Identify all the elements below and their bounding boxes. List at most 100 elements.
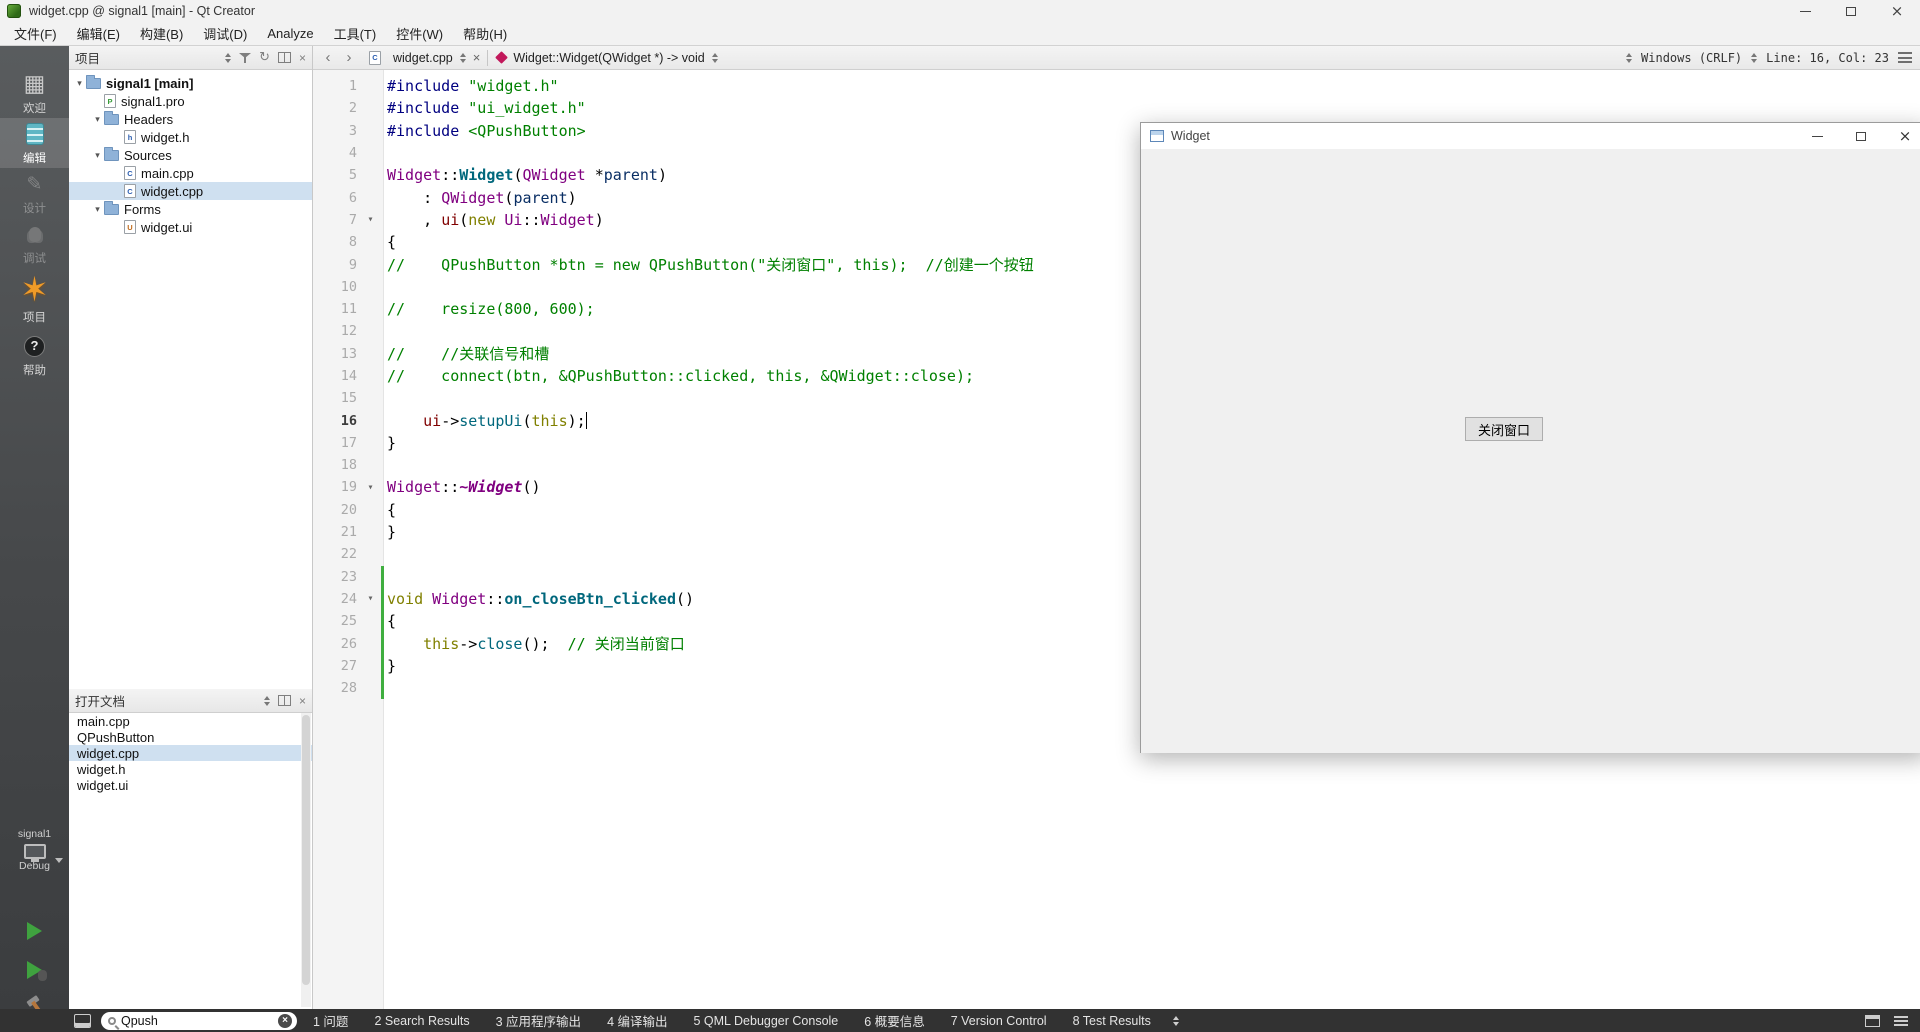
line-ending-indicator[interactable]: Windows (CRLF) (1641, 51, 1742, 65)
tree-item[interactable]: ▾ Sources (69, 146, 312, 164)
tree-item[interactable]: Cwidget.cpp (69, 182, 312, 200)
tree-item[interactable]: Uwidget.ui (69, 218, 312, 236)
menu-item[interactable]: 帮助(H) (453, 21, 517, 46)
tree-item[interactable]: Psignal1.pro (69, 92, 312, 110)
output-pane-tab[interactable]: 4 编译输出 (607, 1011, 667, 1030)
toolbar-separator (487, 49, 489, 66)
open-document-item[interactable]: QPushButton (69, 729, 312, 745)
expander-icon[interactable]: ▾ (91, 114, 104, 125)
code-text: { (387, 612, 397, 631)
menu-item[interactable]: 工具(T) (324, 21, 387, 46)
mode-welcome[interactable]: 欢迎 (0, 68, 69, 118)
mode-design[interactable]: 设计 (0, 168, 69, 218)
sync-with-editor-icon[interactable]: ↻ (259, 51, 270, 64)
code-line[interactable]: 1 #include "widget.h" (313, 75, 1920, 97)
editor-file-tab[interactable]: widget.cpp (393, 51, 453, 65)
cursor-position-indicator[interactable]: Line: 16, Col: 23 (1766, 51, 1889, 65)
output-pane-tab[interactable]: 2 Search Results (374, 1014, 469, 1028)
output-pane-tab[interactable]: 1 问题 (313, 1011, 348, 1030)
menu-item[interactable]: 调试(D) (193, 21, 257, 46)
navigation-panel: 项目 ↻ × ▾ signal1 [main] Psignal1.pro ▾ Heade… (69, 46, 313, 1009)
close-pane-icon[interactable]: × (299, 52, 306, 64)
open-document-item[interactable]: main.cpp (69, 713, 312, 729)
line-number: 11 (340, 301, 357, 318)
open-document-item[interactable]: widget.ui (69, 777, 312, 793)
open-document-item[interactable]: widget.cpp (69, 745, 312, 761)
mode-projects[interactable]: 项目 (0, 268, 69, 330)
output-pane-tab[interactable]: 7 Version Control (951, 1014, 1047, 1028)
menu-item[interactable]: 构建(B) (130, 21, 193, 46)
symbol-method-icon (495, 51, 509, 64)
expander-icon[interactable]: ▾ (91, 204, 104, 215)
mode-label: 项目 (23, 312, 46, 324)
fold-marker[interactable]: ▾ (357, 214, 384, 225)
project-tree: ▾ signal1 [main] Psignal1.pro ▾ Headers h widg… (69, 70, 312, 236)
output-pane-tab[interactable]: 6 概要信息 (864, 1011, 924, 1030)
mode-help[interactable]: 帮助 (0, 330, 69, 380)
widget-maximize-button[interactable] (1839, 123, 1883, 149)
fold-marker[interactable]: ▾ (357, 593, 384, 604)
menu-item[interactable]: 文件(F) (4, 21, 67, 46)
close-button[interactable]: × (1874, 0, 1920, 22)
run-button[interactable] (0, 918, 69, 944)
menu-item[interactable]: 控件(W) (386, 21, 453, 46)
tree-item[interactable]: ▾ Headers (69, 110, 312, 128)
output-pane-tab[interactable]: 3 应用程序输出 (496, 1011, 581, 1030)
output-pane-toggle-button[interactable] (74, 1013, 91, 1028)
cursor-dropdown-icon[interactable] (1751, 50, 1757, 66)
code-line[interactable]: 2 #include "ui_widget.h" (313, 97, 1920, 119)
split-pane-icon[interactable] (277, 695, 291, 706)
menu-item[interactable]: 编辑(E) (67, 21, 130, 46)
tree-item[interactable]: h widget.h (69, 128, 312, 146)
code-text: : QWidget(parent) (387, 188, 577, 207)
menu-item[interactable]: Analyze (257, 23, 323, 44)
status-bar: × 1 问题 2 Search Results 3 应用程序输出 4 编译输出 5 QM… (0, 1009, 1920, 1032)
back-button[interactable]: ‹ (321, 50, 335, 65)
output-pane-arrows-icon[interactable] (1173, 1013, 1179, 1029)
clear-search-icon[interactable]: × (278, 1013, 292, 1028)
pane-selector-icon[interactable] (264, 693, 270, 709)
run-widget-window: Widget × 关闭窗口 (1140, 122, 1920, 753)
widget-minimize-button[interactable] (1795, 123, 1839, 149)
edit-mode-icon (19, 120, 51, 148)
widget-close-button[interactable]: × (1883, 123, 1920, 149)
tree-item[interactable]: ▾ signal1 [main] (69, 74, 312, 92)
line-ending-dropdown-icon[interactable] (1626, 50, 1632, 66)
maximize-button[interactable] (1828, 0, 1874, 22)
panel-menu-icon[interactable] (1894, 1015, 1908, 1026)
code-text: // //关联信号和槽 (387, 345, 550, 364)
debug-run-button[interactable] (0, 957, 69, 983)
search-input[interactable] (121, 1013, 273, 1028)
fold-marker[interactable]: ▾ (357, 482, 384, 493)
open-documents-scrollbar[interactable] (301, 713, 311, 1007)
symbol-dropdown-icon[interactable] (712, 50, 718, 66)
locator-search[interactable]: × (101, 1011, 297, 1030)
file-icon: P (104, 94, 116, 108)
open-document-item[interactable]: widget.h (69, 761, 312, 777)
minimize-button[interactable] (1782, 0, 1828, 22)
build-progress-icon[interactable] (1865, 1014, 1880, 1027)
symbol-breadcrumb[interactable]: Widget::Widget(QWidget *) -> void (513, 51, 704, 65)
output-pane-tab[interactable]: 8 Test Results (1073, 1014, 1151, 1028)
expander-icon[interactable]: ▾ (73, 78, 86, 89)
expander-icon[interactable]: ▾ (91, 150, 104, 161)
split-pane-icon[interactable] (277, 52, 291, 63)
widget-window-titlebar[interactable]: Widget × (1141, 123, 1920, 149)
line-number: 6 (348, 189, 357, 206)
mode-debug[interactable]: 调试 (0, 218, 69, 268)
forward-button[interactable]: › (342, 50, 356, 65)
output-pane-tab[interactable]: 5 QML Debugger Console (694, 1014, 839, 1028)
close-window-button[interactable]: 关闭窗口 (1465, 417, 1543, 441)
tree-item[interactable]: ▾ Forms (69, 200, 312, 218)
mode-edit[interactable]: 编辑 (0, 118, 69, 168)
code-text: #include "widget.h" (387, 77, 559, 96)
pane-selector-icon[interactable] (225, 50, 231, 66)
tree-item[interactable]: Cmain.cpp (69, 164, 312, 182)
filter-icon[interactable] (239, 52, 252, 64)
kit-selector[interactable]: signal1 Debug (0, 828, 69, 872)
close-document-icon[interactable]: × (473, 50, 481, 65)
document-dropdown-icon[interactable] (460, 50, 466, 66)
close-pane-icon[interactable]: × (299, 695, 306, 707)
code-text: , ui(new Ui::Widget) (387, 210, 604, 229)
editor-menu-icon[interactable] (1898, 52, 1912, 63)
